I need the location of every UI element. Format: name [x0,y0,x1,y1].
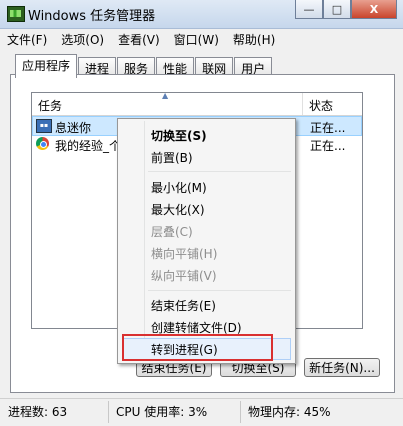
menu-item-tile-horizontal: 横向平铺(H) [151,247,218,261]
tab-applications[interactable]: 应用程序 [15,54,78,78]
column-header-status[interactable]: 状态 [309,97,333,114]
caption-buttons: — □ X [295,0,397,20]
menu-item-bring-to-front[interactable]: 前置(B) [151,149,193,166]
task-manager-window: Windows 任务管理器 — □ X 文件(F) 选项(O) 查看(V) 窗口… [0,0,403,426]
menu-view[interactable]: 查看(V) [111,29,167,49]
minimize-button[interactable]: — [295,0,323,19]
task-name: 息迷你 [55,121,92,135]
tab-strip: 应用程序 进程 服务 性能 联网 用户 [15,54,273,78]
menu-options[interactable]: 选项(O) [54,29,111,49]
context-menu: 切换至(S) 前置(B) 最小化(M) 最大化(X) 层叠(C) 横向平铺(H)… [117,118,296,364]
status-bar: 进程数: 63 CPU 使用率: 3% 物理内存: 45% [0,398,403,426]
menu-item-minimize[interactable]: 最小化(M) [151,179,207,196]
task-status: 正在... [310,139,346,153]
title-bar[interactable]: Windows 任务管理器 — □ X [0,0,403,29]
column-divider[interactable] [302,93,303,115]
cpu-usage: CPU 使用率: 3% [116,405,208,419]
status-divider [240,401,241,423]
task-manager-icon: ▪▪ [36,119,52,133]
menu-item-end-task[interactable]: 结束任务(E) [151,297,216,314]
chrome-icon [36,137,49,150]
window-title: Windows 任务管理器 [28,9,156,24]
task-manager-app-icon [7,6,25,22]
column-header-task[interactable]: 任务 [38,97,62,114]
memory-usage: 物理内存: 45% [248,405,331,419]
menu-item-tile-vertical: 纵向平铺(V) [151,269,217,283]
annotation-highlight-box [122,334,273,361]
list-header: ▲ 任务 状态 [32,91,362,116]
menu-help[interactable]: 帮助(H) [226,29,282,49]
menu-bar: 文件(F) 选项(O) 查看(V) 窗口(W) 帮助(H) [0,29,403,49]
menu-file[interactable]: 文件(F) [0,29,54,49]
menu-separator [148,290,291,291]
menu-separator [148,171,291,172]
task-status: 正在... [310,121,346,135]
task-name: 我的经验_个 [55,139,122,153]
new-task-button[interactable]: 新任务(N)... [304,358,380,377]
menu-item-switch-to[interactable]: 切换至(S) [151,127,207,144]
maximize-button[interactable]: □ [323,0,351,19]
menu-item-maximize[interactable]: 最大化(X) [151,201,205,218]
menu-item-cascade: 层叠(C) [151,225,193,239]
menu-windows[interactable]: 窗口(W) [167,29,226,49]
process-count: 进程数: 63 [8,405,68,419]
status-divider [108,401,109,423]
sort-up-icon: ▲ [162,91,169,100]
close-button[interactable]: X [351,0,397,19]
menu-gutter [144,121,145,361]
